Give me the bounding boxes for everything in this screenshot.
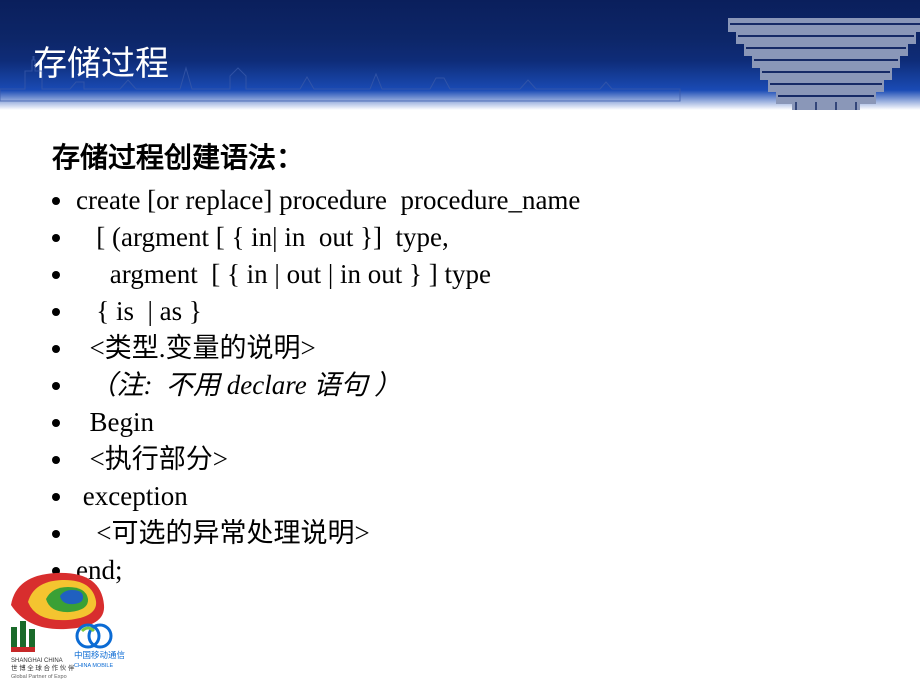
syntax-text: [ (argment [ { in| in out }] type,	[76, 219, 449, 256]
syntax-text: <可选的异常处理说明>	[76, 515, 370, 552]
footer-logo: SHANGHAI CHINA 世 博 全 球 合 作 伙 伴 Global Pa…	[6, 565, 176, 680]
slide-header: 存储过程	[0, 0, 920, 110]
syntax-text: （注: 不用 declare 语句 ）	[76, 367, 401, 404]
syntax-line: [ (argment [ { in| in out }] type,	[52, 219, 880, 256]
section-heading: 存储过程创建语法：	[52, 136, 880, 176]
svg-text:CHINA MOBILE: CHINA MOBILE	[74, 663, 113, 669]
syntax-lines: create [or replace] procedure procedure_…	[52, 182, 880, 589]
syntax-line: <类型.变量的说明>	[52, 330, 880, 367]
syntax-line: （注: 不用 declare 语句 ）	[52, 367, 880, 404]
svg-text:Global Partner of Expo: Global Partner of Expo	[11, 674, 67, 680]
bullet-icon	[52, 234, 60, 242]
bullet-icon	[52, 456, 60, 464]
bullet-icon	[52, 271, 60, 279]
svg-text:中国移动通信: 中国移动通信	[74, 650, 126, 660]
syntax-line: create [or replace] procedure procedure_…	[52, 182, 880, 219]
bullet-icon	[52, 308, 60, 316]
slide-title: 存储过程	[33, 36, 169, 85]
syntax-line: argment [ { in | out | in out } ] type	[52, 256, 880, 293]
slide-content: 存储过程创建语法： create [or replace] procedure …	[0, 110, 920, 589]
syntax-text: { is | as }	[76, 293, 202, 330]
bullet-icon	[52, 419, 60, 427]
syntax-text: Begin	[76, 404, 154, 441]
bullet-icon	[52, 345, 60, 353]
svg-text:世 博 全 球 合 作 伙 伴: 世 博 全 球 合 作 伙 伴	[11, 663, 75, 672]
bullet-icon	[52, 530, 60, 538]
bullet-icon	[52, 197, 60, 205]
syntax-text: exception	[76, 478, 188, 515]
syntax-line: exception	[52, 478, 880, 515]
syntax-text: <执行部分>	[76, 441, 228, 478]
syntax-text: argment [ { in | out | in out } ] type	[76, 256, 491, 293]
bullet-icon	[52, 493, 60, 501]
syntax-line: end;	[52, 552, 880, 589]
svg-text:SHANGHAI CHINA: SHANGHAI CHINA	[11, 658, 63, 664]
syntax-line: Begin	[52, 404, 880, 441]
syntax-line: <执行部分>	[52, 441, 880, 478]
bullet-icon	[52, 382, 60, 390]
syntax-text: <类型.变量的说明>	[76, 330, 316, 367]
syntax-line: <可选的异常处理说明>	[52, 515, 880, 552]
pavilion-decoration	[726, 0, 920, 110]
syntax-line: { is | as }	[52, 293, 880, 330]
syntax-text: create [or replace] procedure procedure_…	[76, 182, 580, 219]
